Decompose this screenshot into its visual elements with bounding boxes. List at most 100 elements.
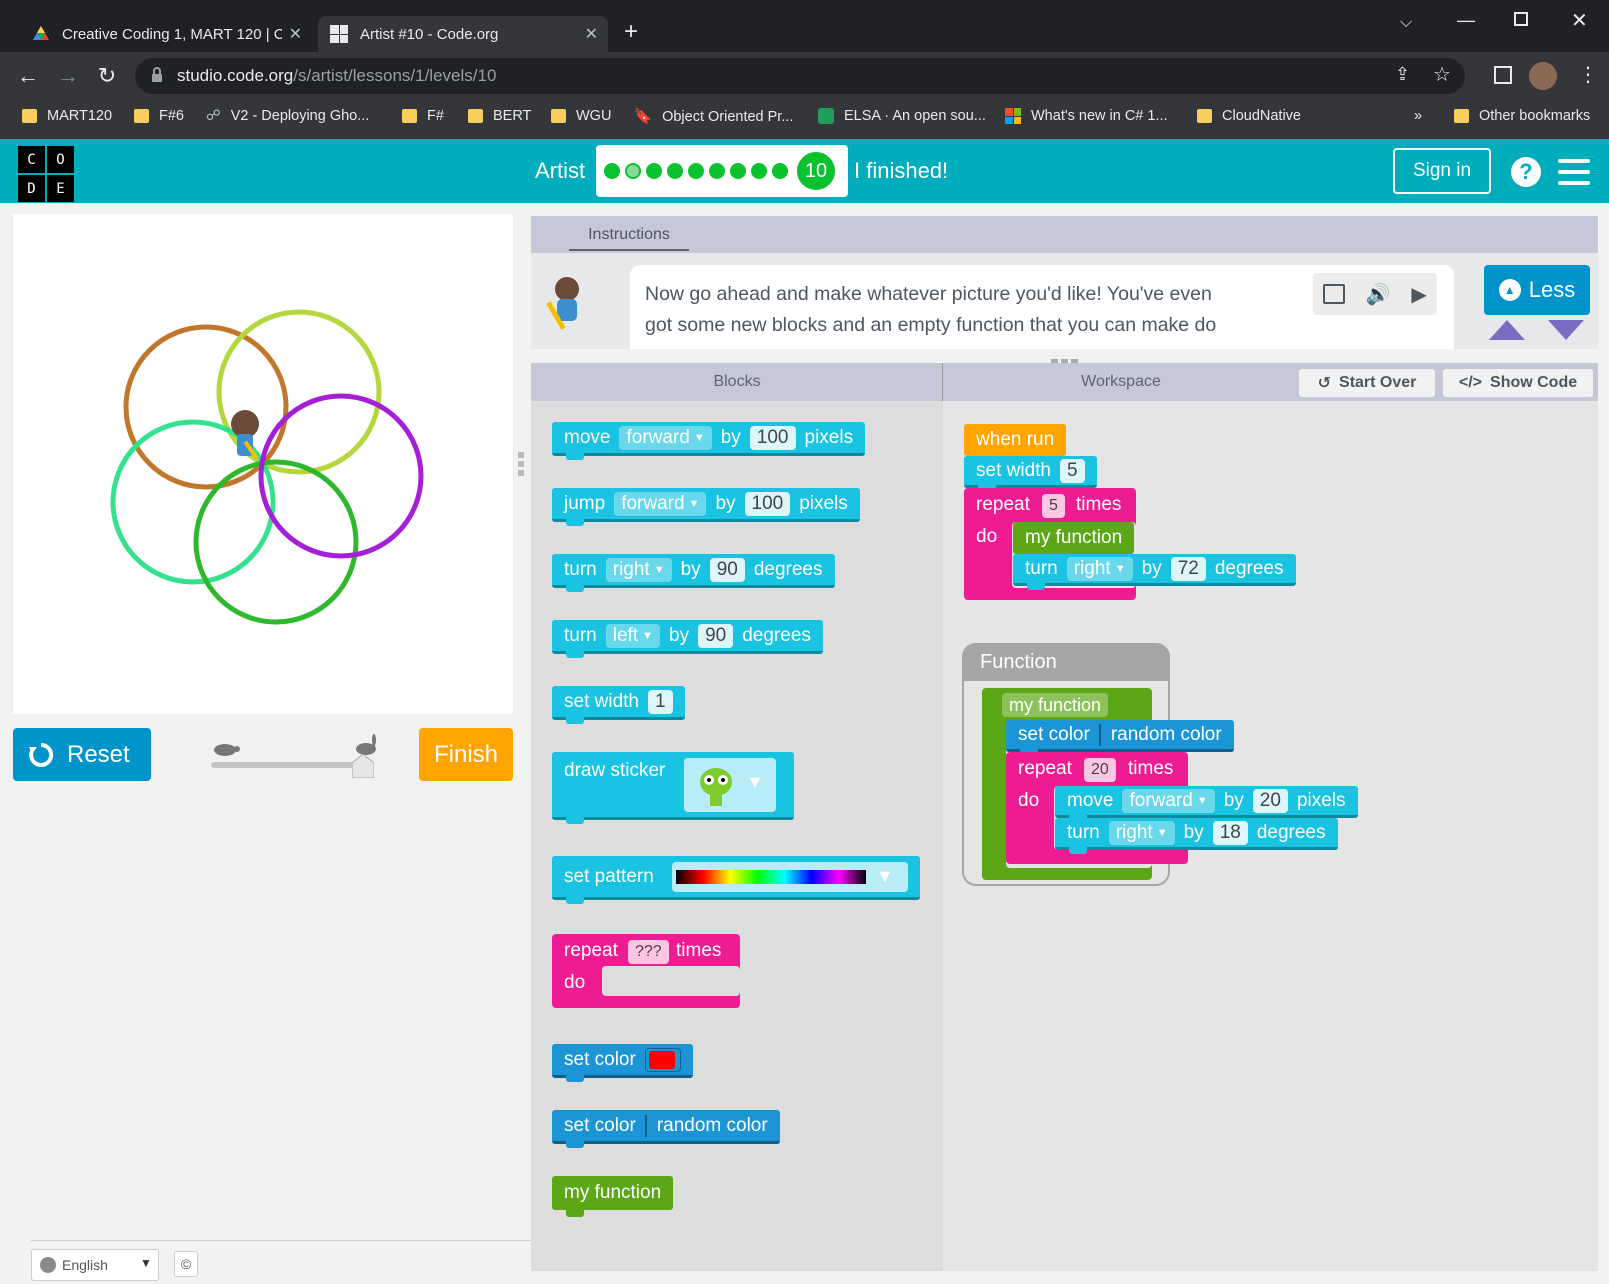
side-panel-icon[interactable] — [1494, 66, 1512, 84]
random-color-input[interactable]: random color — [1098, 723, 1222, 746]
number-field[interactable]: 72 — [1170, 556, 1206, 581]
progress-dot[interactable] — [625, 163, 641, 179]
direction-dropdown[interactable]: forward ▼ — [1122, 788, 1215, 813]
reset-button[interactable]: Reset — [13, 728, 151, 781]
block-my-function[interactable]: my function — [552, 1176, 674, 1217]
maximize-icon[interactable] — [1514, 12, 1528, 26]
panel-resize-handle[interactable] — [518, 452, 524, 476]
direction-dropdown[interactable]: forward ▼ — [614, 491, 707, 516]
number-field[interactable]: ??? — [628, 940, 669, 964]
new-tab-button[interactable]: + — [624, 18, 638, 46]
progress-dot[interactable] — [646, 163, 662, 179]
language-select[interactable]: English ▼ — [31, 1249, 159, 1281]
code-org-logo[interactable]: C O D E — [18, 146, 74, 202]
block-move[interactable]: move forward ▼ by 100 pixels — [552, 422, 866, 460]
resize-grip-icon[interactable] — [1051, 352, 1079, 365]
close-window-icon[interactable]: ✕ — [1571, 8, 1588, 33]
bookmark-deploying[interactable]: ☍ V2 - Deploying Gho... — [206, 108, 369, 124]
progress-dot[interactable] — [688, 163, 704, 179]
block-turn[interactable]: turn right ▼ by 18 degrees — [1055, 818, 1338, 854]
direction-dropdown[interactable]: right ▼ — [605, 557, 672, 582]
browser-menu-icon[interactable]: ⋮ — [1578, 62, 1598, 87]
sign-in-button[interactable]: Sign in — [1393, 148, 1491, 194]
copyright-button[interactable]: © — [174, 1251, 198, 1277]
number-field[interactable]: 5 — [1059, 458, 1085, 483]
bookmark-elsa[interactable]: ELSA · An open sou... — [818, 108, 986, 124]
block-turn-right[interactable]: turn right ▼ by 90 degrees — [552, 554, 835, 592]
show-code-button[interactable]: </> Show Code — [1443, 369, 1593, 397]
other-bookmarks[interactable]: Other bookmarks — [1454, 108, 1590, 124]
progress-dot[interactable] — [604, 163, 620, 179]
block-when-run[interactable]: when run — [964, 424, 1067, 463]
speed-slider-thumb[interactable] — [351, 753, 375, 779]
direction-dropdown[interactable]: forward ▼ — [619, 425, 712, 450]
number-field[interactable]: 5 — [1042, 494, 1065, 518]
bookmark-bert[interactable]: BERT — [468, 108, 531, 124]
number-field[interactable]: 100 — [749, 425, 796, 450]
bookmark-star-icon[interactable]: ☆ — [1433, 62, 1451, 87]
tab-instructions[interactable]: Instructions — [569, 220, 689, 251]
block-turn[interactable]: turn right ▼ by 72 degrees — [1013, 554, 1296, 590]
help-icon[interactable]: ? — [1511, 157, 1541, 187]
current-level-badge[interactable]: 10 — [795, 150, 837, 192]
bookmark-f6[interactable]: F#6 — [134, 108, 184, 124]
block-draw-sticker[interactable]: draw sticker ▼ — [552, 752, 794, 824]
speed-slider-track[interactable] — [211, 762, 371, 768]
block-repeat[interactable]: repeat ??? times do — [552, 934, 740, 1008]
bookmark-cloudnative[interactable]: CloudNative — [1197, 108, 1301, 124]
minimize-icon[interactable]: — — [1457, 10, 1475, 31]
block-set-color-random[interactable]: set color random color — [1006, 720, 1234, 756]
tab-search-icon[interactable]: ⌵ — [1400, 14, 1412, 32]
progress-dot[interactable] — [772, 163, 788, 179]
sticker-dropdown[interactable]: ▼ — [684, 758, 776, 812]
reload-icon[interactable]: ↻ — [93, 62, 121, 90]
immersive-reader-icon[interactable] — [1323, 284, 1346, 304]
direction-dropdown[interactable]: right ▼ — [1066, 556, 1133, 581]
block-set-color[interactable]: set color — [552, 1044, 693, 1082]
direction-dropdown[interactable]: right ▼ — [1108, 820, 1175, 845]
number-field[interactable]: 20 — [1084, 758, 1116, 782]
block-set-pattern[interactable]: set pattern ▼ — [552, 856, 920, 904]
bookmark-mart120[interactable]: MART120 — [22, 108, 112, 124]
bookmark-oop[interactable]: 🔖 Object Oriented Pr... — [634, 108, 793, 126]
share-icon[interactable]: ⇪ — [1395, 64, 1410, 85]
hamburger-menu-icon[interactable] — [1558, 159, 1590, 185]
bookmark-wgu[interactable]: WGU — [551, 108, 611, 124]
start-over-button[interactable]: ↺ Start Over — [1299, 369, 1435, 397]
number-field[interactable]: 1 — [647, 689, 673, 714]
scroll-up-icon[interactable] — [1489, 320, 1525, 345]
finished-label[interactable]: I finished! — [854, 158, 948, 184]
speaker-icon[interactable]: 🔊 — [1366, 282, 1391, 307]
progress-dot[interactable] — [751, 163, 767, 179]
forward-icon[interactable]: → — [54, 62, 82, 90]
close-tab-icon[interactable]: ✕ — [585, 24, 598, 44]
number-field[interactable]: 90 — [709, 557, 745, 582]
color-picker[interactable] — [644, 1047, 681, 1072]
profile-avatar[interactable] — [1529, 62, 1557, 90]
play-icon[interactable]: ▶ — [1411, 282, 1426, 307]
back-icon[interactable]: ← — [14, 62, 42, 90]
number-field[interactable]: 90 — [698, 623, 734, 648]
block-set-color-random[interactable]: set color random color — [552, 1110, 780, 1148]
repeat-slot[interactable] — [602, 966, 740, 996]
block-set-width[interactable]: set width 5 — [964, 456, 1097, 492]
address-bar[interactable]: studio.code.org/s/artist/lessons/1/level… — [135, 58, 1465, 94]
block-move[interactable]: move forward ▼ by 20 pixels — [1055, 786, 1358, 822]
progress-dot[interactable] — [730, 163, 746, 179]
close-tab-icon[interactable]: ✕ — [289, 24, 302, 44]
block-jump[interactable]: jump forward ▼ by 100 pixels — [552, 488, 860, 526]
random-color-input[interactable]: random color — [644, 1114, 768, 1137]
number-field[interactable]: 100 — [744, 491, 791, 516]
progress-dot[interactable] — [667, 163, 683, 179]
tab-artist[interactable]: Artist #10 - Code.org ✕ — [318, 16, 608, 52]
pattern-dropdown[interactable]: ▼ — [672, 862, 908, 892]
scroll-down-icon[interactable] — [1548, 320, 1584, 345]
number-field[interactable]: 20 — [1252, 788, 1288, 813]
number-field[interactable]: 18 — [1212, 820, 1248, 845]
bookmarks-overflow-button[interactable]: » — [1414, 108, 1422, 124]
block-call-my-function[interactable]: my function — [1013, 522, 1135, 561]
direction-dropdown[interactable]: left ▼ — [605, 623, 660, 648]
block-turn-left[interactable]: turn left ▼ by 90 degrees — [552, 620, 823, 658]
progress-dot[interactable] — [709, 163, 725, 179]
less-button[interactable]: ▲ Less — [1484, 265, 1590, 315]
